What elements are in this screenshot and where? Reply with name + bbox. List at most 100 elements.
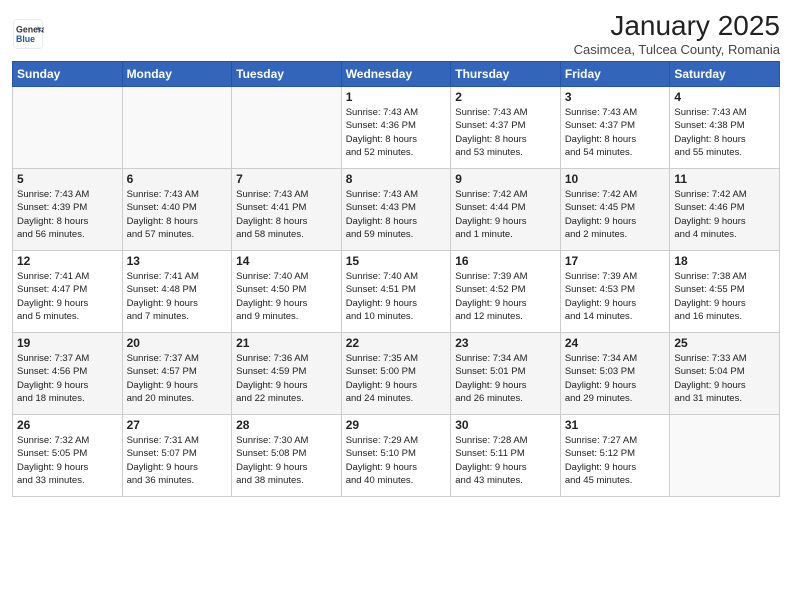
table-row: 2Sunrise: 7:43 AM Sunset: 4:37 PM Daylig… bbox=[451, 87, 561, 169]
svg-text:Blue: Blue bbox=[16, 34, 35, 44]
day-detail: Sunrise: 7:32 AM Sunset: 5:05 PM Dayligh… bbox=[17, 434, 118, 487]
day-number: 11 bbox=[674, 172, 775, 186]
day-number: 13 bbox=[127, 254, 228, 268]
calendar-header-row: Sunday Monday Tuesday Wednesday Thursday… bbox=[13, 62, 780, 87]
table-row: 20 Sunrise: 7:37 AM Sunset: 4:57 PM Dayli… bbox=[122, 333, 232, 415]
day-detail: Sunrise: 7:38 AM Sunset: 4:55 PM Dayligh… bbox=[674, 270, 775, 323]
day-number: 22 bbox=[346, 336, 447, 350]
day-number: 9 bbox=[455, 172, 556, 186]
col-sunday: Sunday bbox=[13, 62, 123, 87]
day-number: 4 bbox=[674, 90, 775, 104]
day-number: 20 bbox=[127, 336, 228, 350]
day-detail: Sunrise: 7:36 AM Sunset: 4:59 PM Dayligh… bbox=[236, 352, 337, 405]
day-number: 18 bbox=[674, 254, 775, 268]
day-detail: Sunrise: 7:43 AM Sunset: 4:38 PM Dayligh… bbox=[674, 106, 775, 159]
table-row: 17Sunrise: 7:39 AM Sunset: 4:53 PM Dayli… bbox=[560, 251, 670, 333]
calendar-week-row: 19 Sunrise: 7:37 AM Sunset: 4:56 PM Dayli… bbox=[13, 333, 780, 415]
day-detail: Sunrise: 7:30 AM Sunset: 5:08 PM Dayligh… bbox=[236, 434, 337, 487]
table-row: 13 Sunrise: 7:41 AM Sunset: 4:48 PM Dayli… bbox=[122, 251, 232, 333]
table-row: 25 Sunrise: 7:33 AM Sunset: 5:04 PM Dayli… bbox=[670, 333, 780, 415]
page-container: General Blue January 2025 Casimcea, Tulc… bbox=[0, 0, 792, 507]
day-number: 10 bbox=[565, 172, 666, 186]
day-detail: Sunrise: 7:43 AM Sunset: 4:43 PM Dayligh… bbox=[346, 188, 447, 241]
table-row: 14 Sunrise: 7:40 AM Sunset: 4:50 PM Dayli… bbox=[232, 251, 342, 333]
day-detail: Sunrise: 7:43 AM Sunset: 4:40 PM Dayligh… bbox=[127, 188, 228, 241]
logo: General Blue bbox=[12, 18, 44, 50]
day-number: 15 bbox=[346, 254, 447, 268]
day-detail: Sunrise: 7:43 AM Sunset: 4:41 PM Dayligh… bbox=[236, 188, 337, 241]
day-detail: Sunrise: 7:39 AM Sunset: 4:52 PM Dayligh… bbox=[455, 270, 556, 323]
table-row: 5Sunrise: 7:43 AM Sunset: 4:39 PM Daylig… bbox=[13, 169, 123, 251]
col-wednesday: Wednesday bbox=[341, 62, 451, 87]
day-number: 27 bbox=[127, 418, 228, 432]
table-row: 4 Sunrise: 7:43 AM Sunset: 4:38 PM Daylig… bbox=[670, 87, 780, 169]
day-detail: Sunrise: 7:43 AM Sunset: 4:36 PM Dayligh… bbox=[346, 106, 447, 159]
table-row bbox=[670, 415, 780, 497]
day-number: 30 bbox=[455, 418, 556, 432]
table-row: 8 Sunrise: 7:43 AM Sunset: 4:43 PM Daylig… bbox=[341, 169, 451, 251]
day-number: 24 bbox=[565, 336, 666, 350]
table-row: 24 Sunrise: 7:34 AM Sunset: 5:03 PM Dayli… bbox=[560, 333, 670, 415]
month-title: January 2025 bbox=[574, 10, 780, 42]
day-number: 16 bbox=[455, 254, 556, 268]
table-row: 16 Sunrise: 7:39 AM Sunset: 4:52 PM Dayli… bbox=[451, 251, 561, 333]
day-number: 6 bbox=[127, 172, 228, 186]
day-number: 1 bbox=[346, 90, 447, 104]
day-number: 3 bbox=[565, 90, 666, 104]
col-monday: Monday bbox=[122, 62, 232, 87]
table-row: 12 Sunrise: 7:41 AM Sunset: 4:47 PM Dayli… bbox=[13, 251, 123, 333]
day-detail: Sunrise: 7:39 AM Sunset: 4:53 PM Dayligh… bbox=[565, 270, 666, 323]
day-number: 12 bbox=[17, 254, 118, 268]
day-number: 8 bbox=[346, 172, 447, 186]
day-detail: Sunrise: 7:28 AM Sunset: 5:11 PM Dayligh… bbox=[455, 434, 556, 487]
day-detail: Sunrise: 7:34 AM Sunset: 5:01 PM Dayligh… bbox=[455, 352, 556, 405]
table-row: 11Sunrise: 7:42 AM Sunset: 4:46 PM Dayli… bbox=[670, 169, 780, 251]
day-detail: Sunrise: 7:35 AM Sunset: 5:00 PM Dayligh… bbox=[346, 352, 447, 405]
table-row: 9 Sunrise: 7:42 AM Sunset: 4:44 PM Daylig… bbox=[451, 169, 561, 251]
day-number: 28 bbox=[236, 418, 337, 432]
day-detail: Sunrise: 7:37 AM Sunset: 4:57 PM Dayligh… bbox=[127, 352, 228, 405]
day-detail: Sunrise: 7:40 AM Sunset: 4:50 PM Dayligh… bbox=[236, 270, 337, 323]
day-detail: Sunrise: 7:37 AM Sunset: 4:56 PM Dayligh… bbox=[17, 352, 118, 405]
col-tuesday: Tuesday bbox=[232, 62, 342, 87]
table-row: 6 Sunrise: 7:43 AM Sunset: 4:40 PM Daylig… bbox=[122, 169, 232, 251]
col-saturday: Saturday bbox=[670, 62, 780, 87]
day-detail: Sunrise: 7:34 AM Sunset: 5:03 PM Dayligh… bbox=[565, 352, 666, 405]
day-detail: Sunrise: 7:41 AM Sunset: 4:48 PM Dayligh… bbox=[127, 270, 228, 323]
table-row bbox=[232, 87, 342, 169]
table-row: 18 Sunrise: 7:38 AM Sunset: 4:55 PM Dayli… bbox=[670, 251, 780, 333]
title-block: January 2025 Casimcea, Tulcea County, Ro… bbox=[574, 10, 780, 57]
calendar-week-row: 5Sunrise: 7:43 AM Sunset: 4:39 PM Daylig… bbox=[13, 169, 780, 251]
day-number: 25 bbox=[674, 336, 775, 350]
col-friday: Friday bbox=[560, 62, 670, 87]
table-row: 1 Sunrise: 7:43 AM Sunset: 4:36 PM Daylig… bbox=[341, 87, 451, 169]
day-detail: Sunrise: 7:29 AM Sunset: 5:10 PM Dayligh… bbox=[346, 434, 447, 487]
day-detail: Sunrise: 7:33 AM Sunset: 5:04 PM Dayligh… bbox=[674, 352, 775, 405]
day-number: 2 bbox=[455, 90, 556, 104]
day-number: 26 bbox=[17, 418, 118, 432]
logo-icon: General Blue bbox=[12, 18, 44, 50]
day-number: 29 bbox=[346, 418, 447, 432]
table-row: 15Sunrise: 7:40 AM Sunset: 4:51 PM Dayli… bbox=[341, 251, 451, 333]
table-row: 21Sunrise: 7:36 AM Sunset: 4:59 PM Dayli… bbox=[232, 333, 342, 415]
header: General Blue January 2025 Casimcea, Tulc… bbox=[12, 10, 780, 57]
calendar-week-row: 26 Sunrise: 7:32 AM Sunset: 5:05 PM Dayli… bbox=[13, 415, 780, 497]
day-detail: Sunrise: 7:42 AM Sunset: 4:44 PM Dayligh… bbox=[455, 188, 556, 241]
table-row: 27Sunrise: 7:31 AM Sunset: 5:07 PM Dayli… bbox=[122, 415, 232, 497]
table-row: 28 Sunrise: 7:30 AM Sunset: 5:08 PM Dayli… bbox=[232, 415, 342, 497]
day-number: 7 bbox=[236, 172, 337, 186]
table-row: 22 Sunrise: 7:35 AM Sunset: 5:00 PM Dayli… bbox=[341, 333, 451, 415]
table-row bbox=[122, 87, 232, 169]
table-row: 10 Sunrise: 7:42 AM Sunset: 4:45 PM Dayli… bbox=[560, 169, 670, 251]
day-number: 19 bbox=[17, 336, 118, 350]
table-row: 3Sunrise: 7:43 AM Sunset: 4:37 PM Daylig… bbox=[560, 87, 670, 169]
day-number: 5 bbox=[17, 172, 118, 186]
table-row: 31Sunrise: 7:27 AM Sunset: 5:12 PM Dayli… bbox=[560, 415, 670, 497]
day-detail: Sunrise: 7:41 AM Sunset: 4:47 PM Dayligh… bbox=[17, 270, 118, 323]
day-number: 14 bbox=[236, 254, 337, 268]
calendar-table: Sunday Monday Tuesday Wednesday Thursday… bbox=[12, 61, 780, 497]
table-row: 7 Sunrise: 7:43 AM Sunset: 4:41 PM Daylig… bbox=[232, 169, 342, 251]
day-detail: Sunrise: 7:42 AM Sunset: 4:45 PM Dayligh… bbox=[565, 188, 666, 241]
day-number: 31 bbox=[565, 418, 666, 432]
calendar-week-row: 1 Sunrise: 7:43 AM Sunset: 4:36 PM Daylig… bbox=[13, 87, 780, 169]
